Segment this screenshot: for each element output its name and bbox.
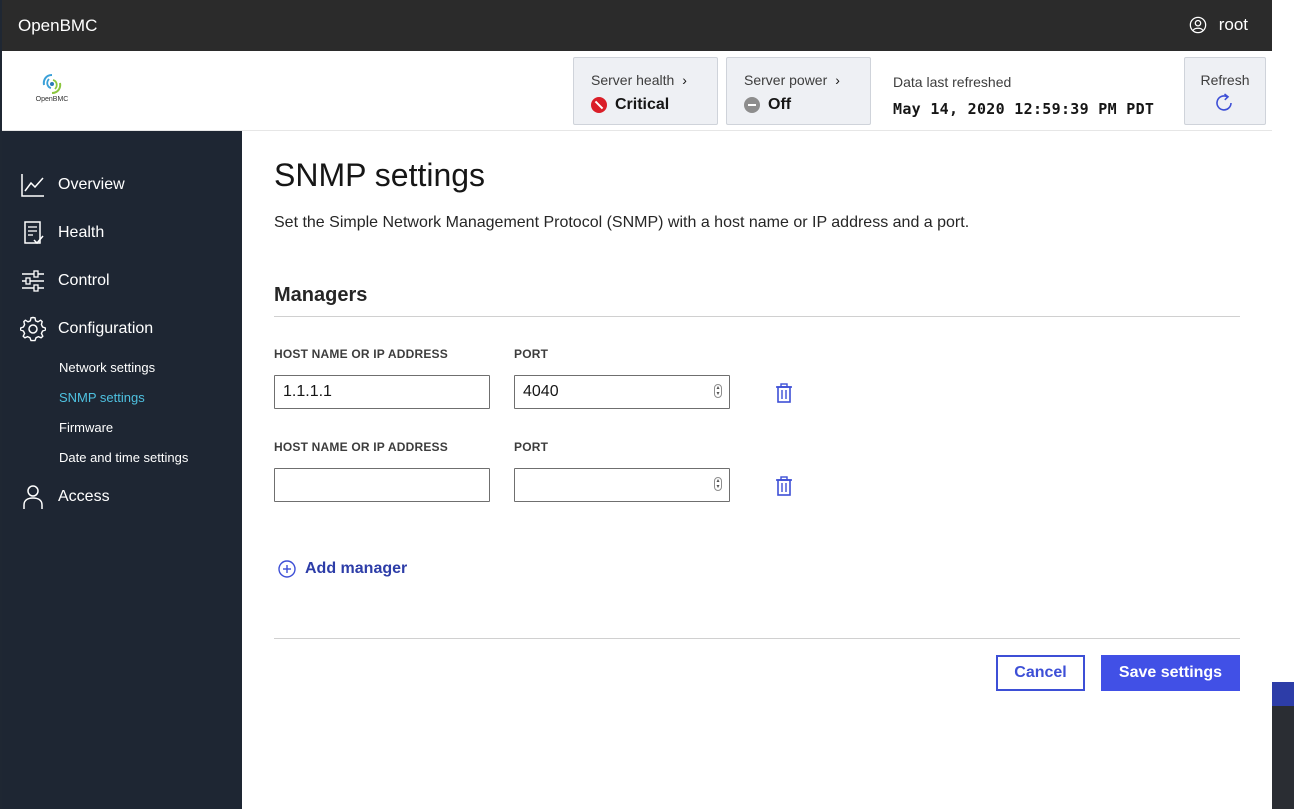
- refresh-button[interactable]: Refresh: [1184, 57, 1266, 125]
- openbmc-logo-icon: [42, 74, 62, 94]
- section-divider: [274, 316, 1240, 317]
- host-field-label: HOST NAME OR IP ADDRESS: [274, 347, 448, 361]
- port-stepper-icon[interactable]: ▴ ▾: [714, 384, 722, 398]
- sidebar-subitem-network-settings[interactable]: Network settings: [2, 353, 242, 383]
- status-header: OpenBMC Server health › Critical Server …: [2, 51, 1272, 131]
- sidebar-item-control[interactable]: Control: [2, 257, 242, 305]
- clipboard-check-icon: [24, 221, 44, 245]
- main-content: SNMP settings Set the Simple Network Man…: [242, 131, 1272, 809]
- add-manager-button[interactable]: Add manager: [278, 560, 407, 578]
- user-name: root: [1218, 15, 1248, 34]
- sidebar-item-label: Access: [58, 488, 110, 505]
- app-header: OpenBMC root: [2, 0, 1272, 51]
- sidebar-item-label: Health: [58, 224, 105, 241]
- server-power-value: Off: [768, 96, 792, 113]
- gear-icon: [20, 316, 46, 342]
- critical-status-icon: [591, 97, 607, 113]
- data-refreshed: Data last refreshed May 14, 2020 12:59:3…: [893, 74, 1154, 118]
- manager-1-port-field: ▴▾: [514, 375, 730, 409]
- refresh-icon: [1216, 93, 1232, 111]
- sidebar-item-label: Control: [58, 272, 110, 289]
- logo-text: OpenBMC: [35, 96, 69, 103]
- user-icon: [23, 485, 43, 509]
- server-health-value: Critical: [615, 96, 670, 113]
- page-description: Set the Simple Network Management Protoc…: [274, 214, 970, 231]
- add-circle-icon: [278, 560, 296, 578]
- sidebar-nav: Overview Health Control Configuration Ne…: [2, 131, 242, 809]
- port-field-label: PORT: [514, 347, 549, 361]
- sidebar-subitem-firmware[interactable]: Firmware: [2, 413, 242, 443]
- server-health-tile[interactable]: Server health › Critical: [573, 57, 718, 125]
- sidebar-item-access[interactable]: Access: [2, 473, 242, 521]
- save-settings-button[interactable]: Save settings: [1101, 655, 1240, 691]
- user-avatar-icon: [1189, 16, 1206, 34]
- data-refreshed-label: Data last refreshed: [893, 74, 1012, 90]
- power-off-status-icon: [744, 97, 760, 113]
- manager-1-port-input[interactable]: [514, 375, 730, 409]
- server-power-tile[interactable]: Server power › Off: [726, 57, 871, 125]
- sidebar-item-overview[interactable]: Overview: [2, 161, 242, 209]
- add-manager-label: Add manager: [305, 560, 408, 577]
- chevron-right-icon: ›: [682, 72, 687, 88]
- page-title: SNMP settings: [274, 157, 486, 193]
- brand-name[interactable]: OpenBMC: [18, 16, 97, 36]
- sidebar-item-label: Overview: [58, 176, 125, 193]
- sliders-icon: [22, 270, 44, 292]
- refresh-label: Refresh: [1200, 72, 1250, 88]
- port-field-label: PORT: [514, 440, 549, 454]
- manager-2-delete-trash-icon[interactable]: [775, 476, 793, 496]
- server-power-label: Server power: [744, 72, 828, 88]
- sidebar-item-health[interactable]: Health: [2, 209, 242, 257]
- manager-2-port-field: ▴ ▾: [514, 468, 730, 502]
- sidebar-item-configuration[interactable]: Configuration: [2, 305, 242, 353]
- manager-1-host-input[interactable]: [274, 375, 490, 409]
- footer-divider: [274, 638, 1240, 639]
- sidebar-subitem-date-time-settings[interactable]: Date and time settings: [2, 443, 242, 473]
- manager-2-port-input[interactable]: [514, 468, 730, 502]
- chevron-right-icon: ›: [835, 72, 840, 88]
- sidebar-subitem-snmp-settings[interactable]: SNMP settings: [2, 383, 242, 413]
- server-health-label: Server health: [591, 72, 675, 88]
- background-window-bar: [1272, 682, 1294, 706]
- port-stepper-icon[interactable]: ▴ ▾: [714, 477, 722, 491]
- host-field-label: HOST NAME OR IP ADDRESS: [274, 440, 448, 454]
- manager-1-delete-trash-icon[interactable]: [775, 383, 793, 403]
- openbmc-logo[interactable]: OpenBMC: [32, 73, 72, 109]
- manager-2-host-input[interactable]: [274, 468, 490, 502]
- data-refreshed-timestamp: May 14, 2020 12:59:39 PM PDT: [893, 100, 1155, 118]
- window-edge-right: [1272, 0, 1294, 809]
- section-title-managers: Managers: [274, 284, 368, 306]
- sidebar-item-label: Configuration: [58, 320, 154, 337]
- cancel-button[interactable]: Cancel: [996, 655, 1085, 691]
- chart-line-icon: [21, 174, 44, 197]
- user-menu[interactable]: root: [1189, 15, 1248, 35]
